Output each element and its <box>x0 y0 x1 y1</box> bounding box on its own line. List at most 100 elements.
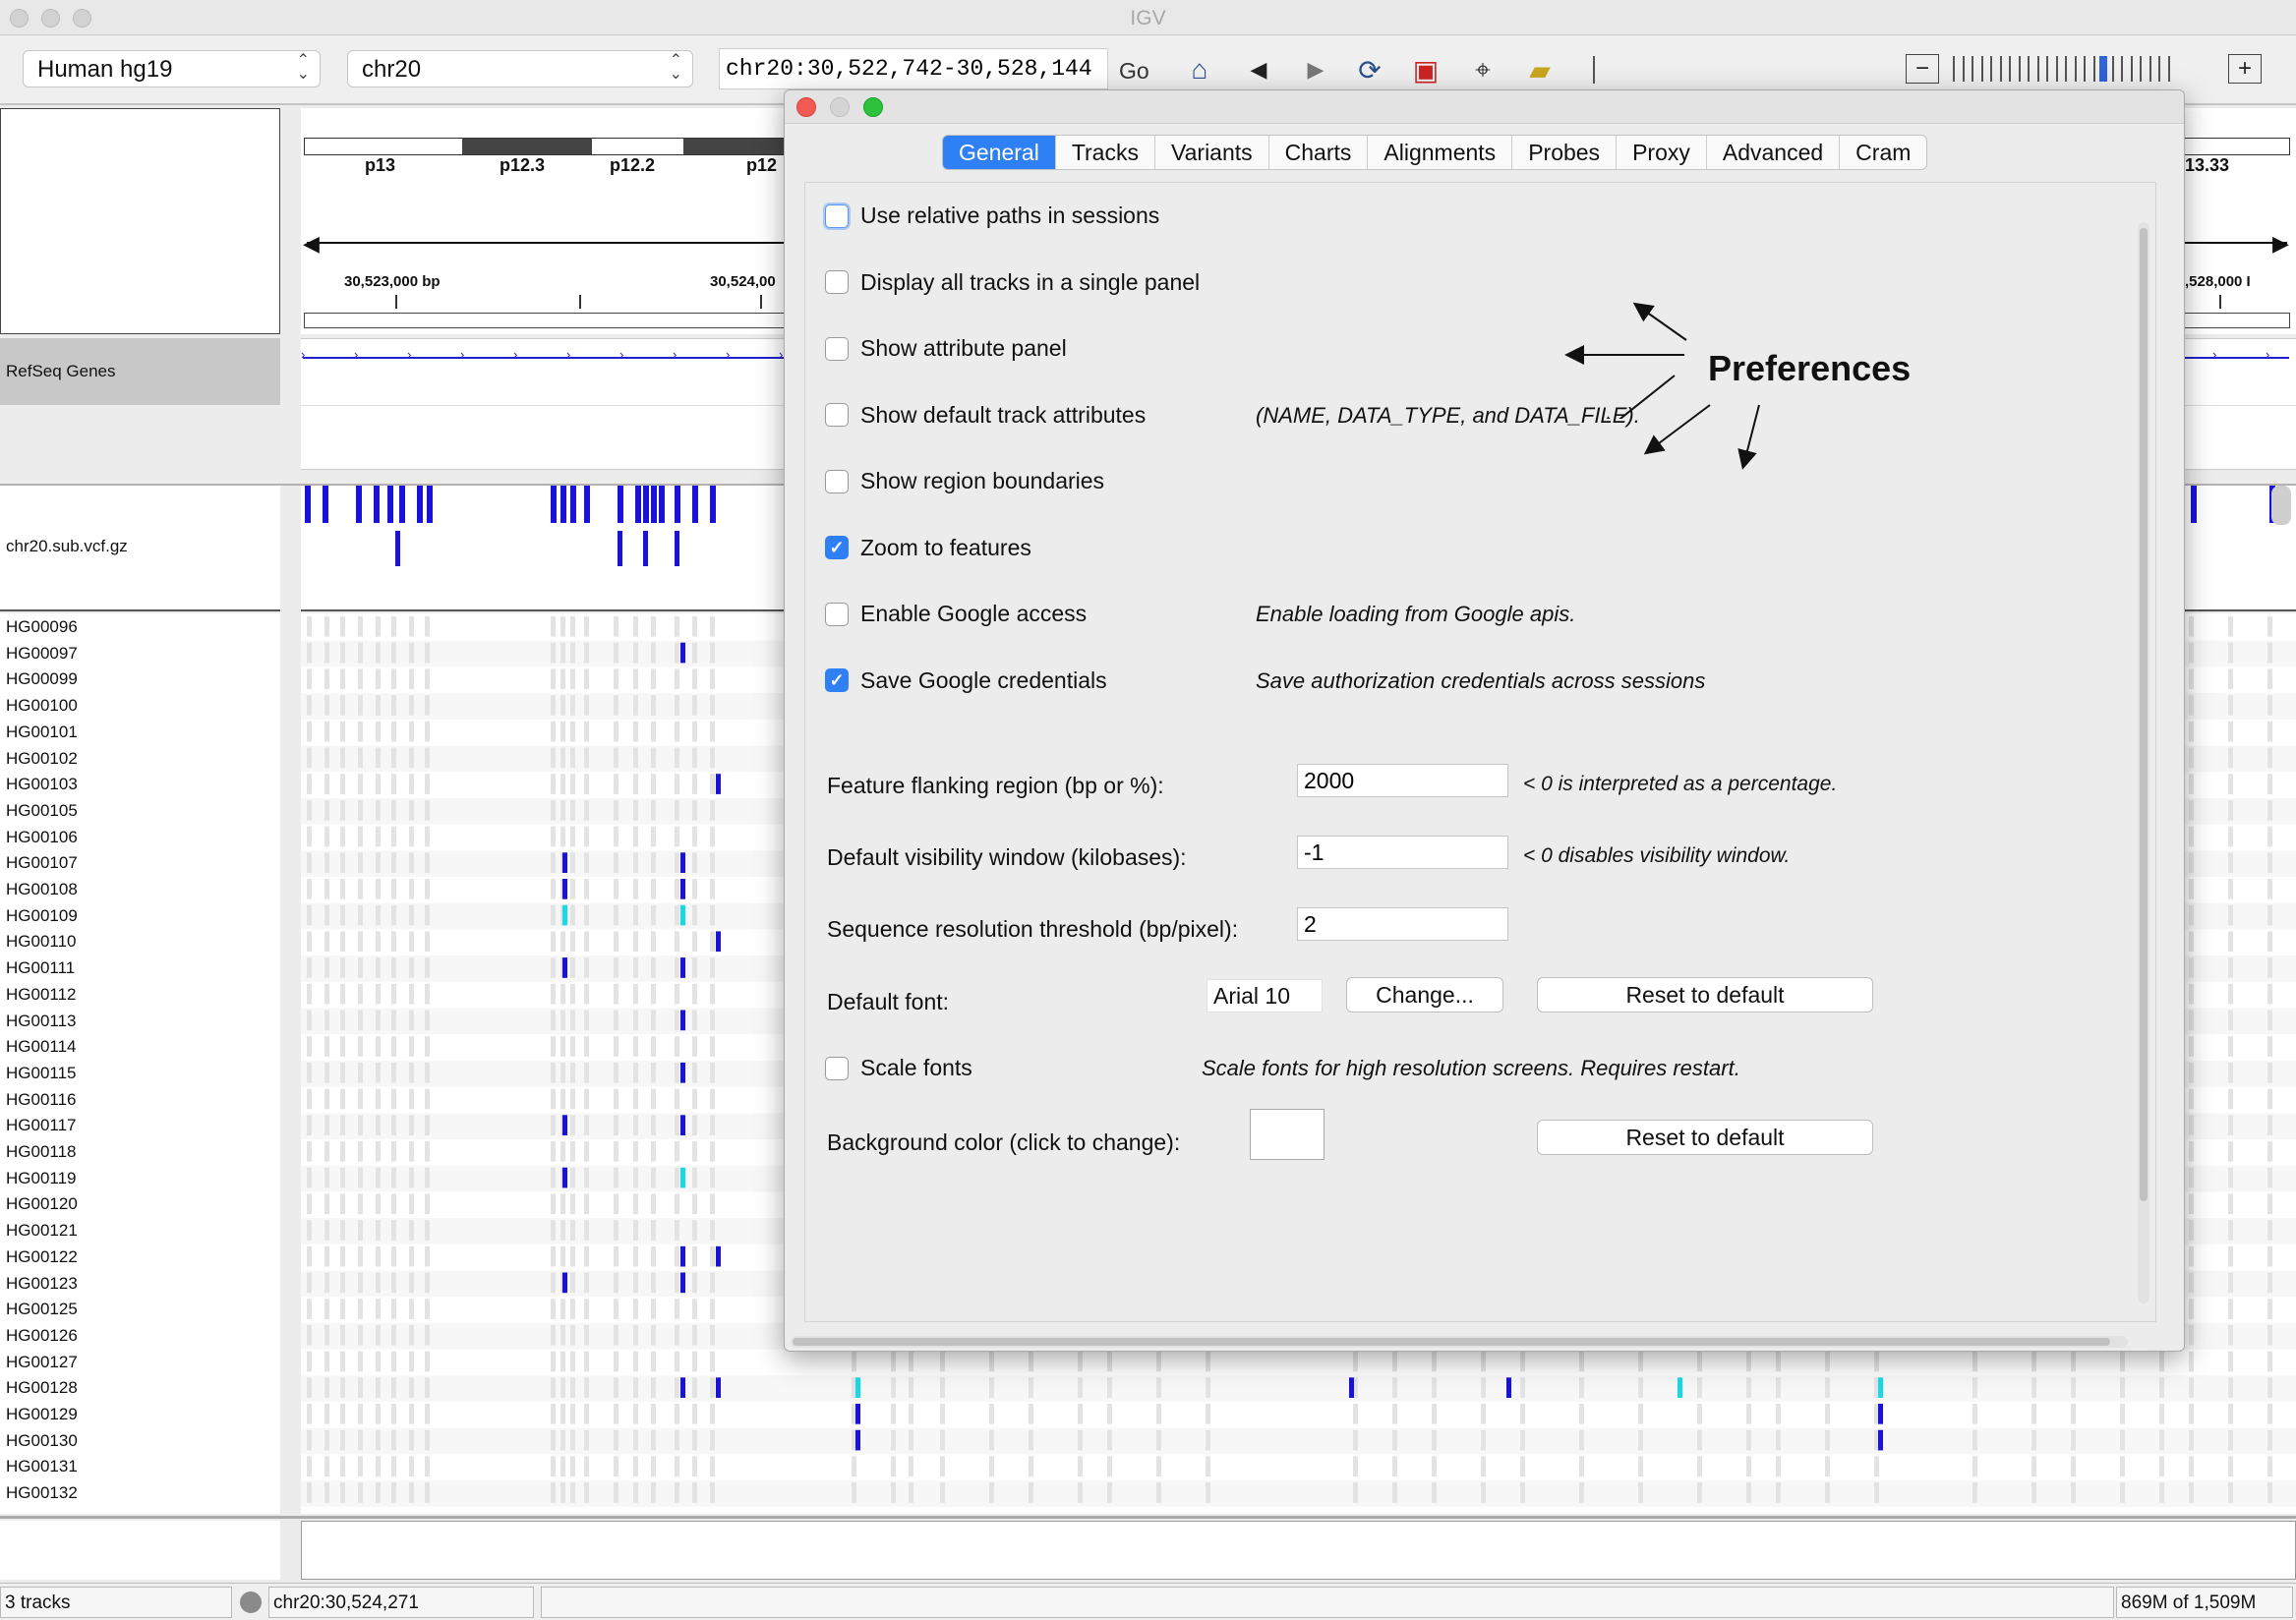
genotype-cell <box>307 1036 312 1057</box>
zoom-in-button[interactable]: + <box>2228 54 2262 84</box>
reset-background-button[interactable]: Reset to default <box>1537 1120 1873 1155</box>
checkbox[interactable] <box>825 270 849 294</box>
genotype-cell <box>340 695 345 716</box>
dialog-vertical-scrollbar[interactable] <box>2138 222 2149 1303</box>
zoom-out-button[interactable]: − <box>1906 54 1939 84</box>
tab-alignments[interactable]: Alignments <box>1368 136 1513 169</box>
sequence-threshold-input[interactable] <box>1297 907 1508 941</box>
genotype-cell <box>324 642 329 664</box>
genotype-cell <box>651 826 656 847</box>
checkbox[interactable] <box>825 336 849 361</box>
chromosome-select[interactable]: chr20 ⌃ ⌄ <box>347 50 693 87</box>
resize-icon[interactable]: ⌖ <box>1463 50 1502 89</box>
genotype-cell <box>852 1456 856 1477</box>
tab-variants[interactable]: Variants <box>1155 136 1269 169</box>
dialog-title-bar <box>785 90 2184 124</box>
tab-charts[interactable]: Charts <box>1269 136 1369 169</box>
genotype-cell <box>2031 1404 2036 1424</box>
genotype-cell <box>1107 1456 1112 1477</box>
refseq-track-name[interactable]: RefSeq Genes <box>0 338 280 405</box>
genotype-cell <box>391 642 396 664</box>
preference-row[interactable]: Show default track attributes <box>825 402 1146 429</box>
genotype-cell <box>1432 1482 1437 1503</box>
scale-fonts-checkbox[interactable] <box>825 1056 849 1080</box>
background-color-swatch[interactable] <box>1250 1109 1325 1160</box>
preference-row[interactable]: Show region boundaries <box>825 468 1104 494</box>
genotype-cell <box>340 1245 345 1267</box>
genotype-cell <box>570 721 575 742</box>
preference-row[interactable]: ✓ Zoom to features <box>825 535 1031 561</box>
tab-cram[interactable]: Cram <box>1840 136 1926 169</box>
preference-row[interactable]: Enable Google access <box>825 601 1087 627</box>
genotype-cell <box>1481 1429 1486 1451</box>
track-scrollbar[interactable] <box>2271 486 2291 525</box>
checkbox[interactable] <box>825 602 849 626</box>
dialog-close-button[interactable] <box>796 97 816 117</box>
home-icon[interactable]: ⌂ <box>1180 50 1219 89</box>
genotype-cell <box>2189 1167 2194 1188</box>
scale-fonts-row[interactable]: Scale fonts <box>825 1055 972 1081</box>
preference-row[interactable]: Display all tracks in a single panel <box>825 269 1200 296</box>
forward-icon[interactable]: ▶ <box>1296 50 1335 89</box>
genotype-cell <box>324 1272 329 1294</box>
variant-bar <box>2191 486 2197 523</box>
genotype-call <box>1678 1377 1682 1398</box>
genotype-cell <box>358 1193 363 1215</box>
preference-row[interactable]: Use relative paths in sessions <box>825 202 1159 229</box>
genotype-cell <box>409 931 414 953</box>
genotype-cell <box>614 826 618 847</box>
genome-select[interactable]: Human hg19 ⌃ ⌄ <box>23 50 321 87</box>
genotype-cell <box>1156 1404 1161 1424</box>
genotype-cell <box>409 1141 414 1162</box>
tab-probes[interactable]: Probes <box>1512 136 1618 169</box>
genotype-cell <box>560 983 565 1005</box>
tab-tracks[interactable]: Tracks <box>1056 136 1155 169</box>
genotype-call <box>680 1010 685 1031</box>
tab-advanced[interactable]: Advanced <box>1707 136 1841 169</box>
popup-text-icon[interactable]: ▰ <box>1520 50 1560 89</box>
locus-input[interactable] <box>719 48 1108 89</box>
flanking-region-input[interactable] <box>1297 764 1508 797</box>
genotype-cell <box>376 695 381 716</box>
genotype-cell <box>692 826 697 847</box>
genotype-cell <box>307 957 312 978</box>
genotype-cell <box>2267 1482 2272 1503</box>
genotype-cell <box>584 1115 589 1135</box>
checked-checkbox[interactable]: ✓ <box>825 668 849 692</box>
vcf-track-name[interactable]: chr20.sub.vcf.gz <box>0 486 280 611</box>
genotype-cell <box>551 642 556 664</box>
preference-row[interactable]: Show attribute panel <box>825 335 1067 362</box>
genotype-cell <box>551 957 556 978</box>
checkbox[interactable] <box>825 469 849 493</box>
genotype-call <box>562 879 567 899</box>
zoom-slider[interactable] <box>1953 56 2175 82</box>
genotype-cell <box>409 1377 414 1398</box>
go-button[interactable]: Go <box>1119 58 1149 85</box>
genotype-cell <box>376 957 381 978</box>
genotype-cell <box>909 1482 913 1503</box>
back-icon[interactable]: ◀ <box>1239 50 1278 89</box>
genotype-cell <box>2189 1220 2194 1241</box>
preference-row[interactable]: ✓ Save Google credentials <box>825 667 1107 694</box>
roi-icon[interactable]: ▣ <box>1406 50 1445 89</box>
dialog-horizontal-scrollbar[interactable] <box>791 1336 2128 1348</box>
genotype-cell <box>551 1482 556 1503</box>
refresh-icon[interactable]: ⟳ <box>1350 50 1389 89</box>
genotype-call <box>680 1167 685 1188</box>
genotype-cell <box>1776 1404 1781 1424</box>
checked-checkbox[interactable]: ✓ <box>825 536 849 559</box>
genotype-cell <box>675 1404 679 1424</box>
genotype-cell <box>409 747 414 769</box>
genotype-cell <box>710 747 715 769</box>
visibility-window-input[interactable] <box>1297 836 1508 869</box>
checkbox[interactable] <box>825 203 849 228</box>
tab-proxy[interactable]: Proxy <box>1617 136 1707 169</box>
checkbox[interactable] <box>825 403 849 427</box>
change-font-button[interactable]: Change... <box>1346 977 1503 1012</box>
tab-general[interactable]: General <box>943 136 1056 169</box>
genotype-cell <box>614 799 618 821</box>
dialog-maximize-button[interactable] <box>863 97 883 117</box>
reset-font-button[interactable]: Reset to default <box>1537 977 1873 1012</box>
dialog-minimize-button[interactable] <box>830 97 850 117</box>
genotype-cell <box>675 1141 679 1162</box>
